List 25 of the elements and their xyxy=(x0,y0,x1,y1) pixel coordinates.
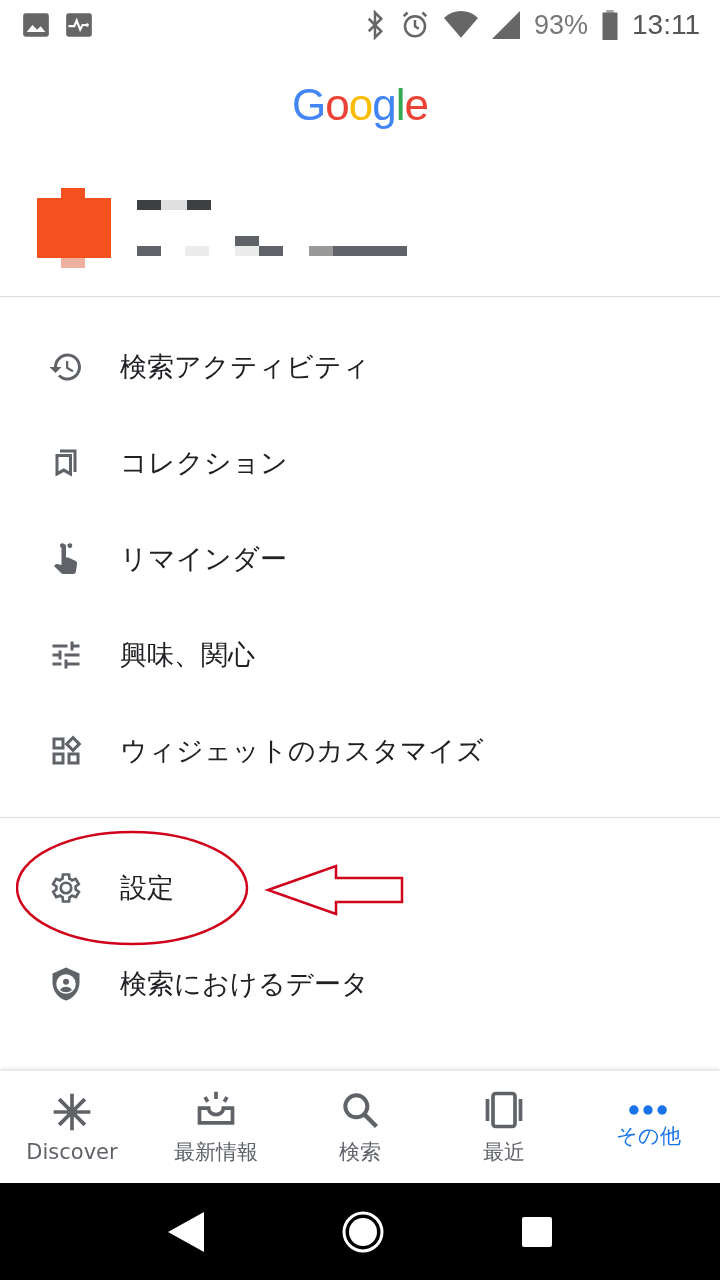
menu-item[interactable]: 設定 xyxy=(0,840,720,936)
nav-tab[interactable]: 検索 xyxy=(288,1071,432,1183)
nav-tab[interactable]: その他 xyxy=(576,1071,720,1183)
image-icon xyxy=(22,11,50,39)
google-logo: Google xyxy=(292,80,428,130)
nav-tab[interactable]: 最近 xyxy=(432,1071,576,1183)
nav-tab[interactable]: Discover xyxy=(0,1071,144,1183)
wifi-icon xyxy=(443,10,478,40)
home-icon[interactable] xyxy=(341,1209,385,1254)
battery-percent: 93% xyxy=(533,9,588,41)
settings-icon xyxy=(48,870,84,906)
menu-item[interactable]: リマインダー xyxy=(0,511,720,607)
menu-item[interactable]: コレクション xyxy=(0,415,720,511)
menu-item[interactable]: 興味、関心 xyxy=(0,607,720,703)
menu-item[interactable]: 検索におけるデータ xyxy=(0,936,720,1032)
back-icon[interactable] xyxy=(168,1211,205,1252)
battery-icon xyxy=(602,10,618,40)
clock: 13:11 xyxy=(632,9,700,41)
more-icon xyxy=(628,1104,668,1116)
recents-icon[interactable] xyxy=(521,1216,552,1247)
menu-item[interactable]: ウィジェットのカスタマイズ xyxy=(0,703,720,799)
signal-icon xyxy=(491,10,520,40)
nav-tab[interactable]: 最新情報 xyxy=(144,1071,288,1183)
menu-item[interactable]: 検索アクティビティ xyxy=(0,319,720,415)
pulse-icon xyxy=(64,11,94,39)
